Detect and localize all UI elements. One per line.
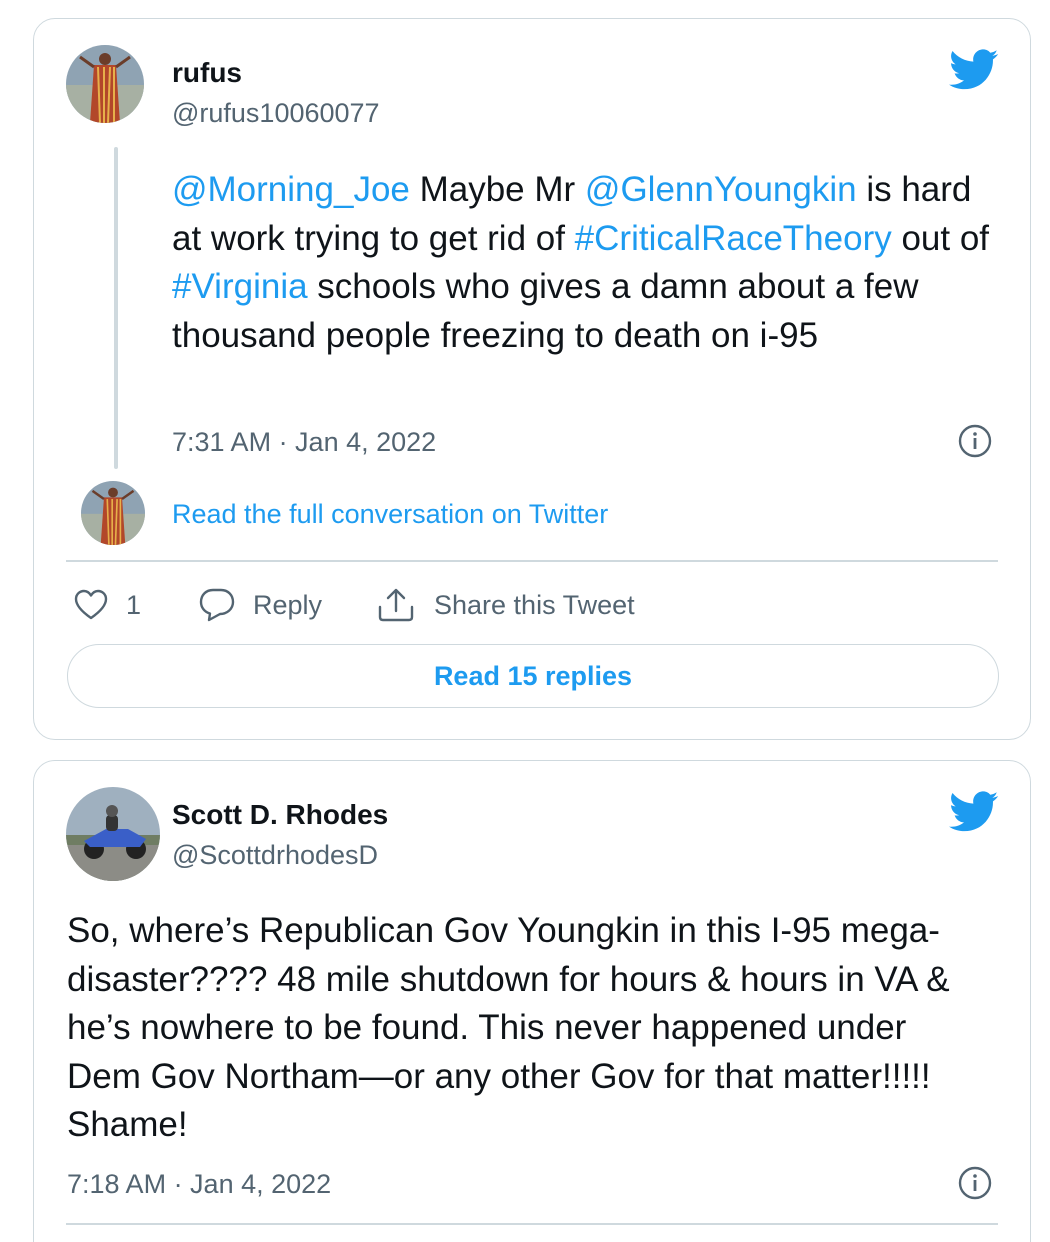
- avatar[interactable]: [66, 45, 144, 123]
- read-replies-button[interactable]: Read 15 replies: [67, 644, 999, 708]
- timestamp[interactable]: 7:18 AM · Jan 4, 2022: [67, 1168, 331, 1200]
- tweet-text: @Morning_Joe Maybe Mr @GlennYoungkin is …: [172, 166, 1002, 360]
- avatar[interactable]: [66, 787, 160, 881]
- thread-line: [114, 147, 118, 469]
- mention-link[interactable]: @Morning_Joe: [172, 170, 410, 209]
- share-button[interactable]: Share this Tweet: [376, 585, 635, 625]
- twitter-bird-icon[interactable]: [949, 791, 999, 833]
- share-upload-icon: [378, 588, 414, 622]
- timestamp[interactable]: 7:31 AM · Jan 4, 2022: [172, 426, 436, 458]
- author-handle[interactable]: @ScottdrhodesD: [172, 839, 378, 871]
- share-label: Share this Tweet: [434, 589, 635, 620]
- tweet-text-segment: out of: [891, 218, 990, 258]
- divider: [66, 1223, 998, 1225]
- tweet-card: Scott D. Rhodes @ScottdrhodesD So, where…: [33, 760, 1031, 1242]
- author-handle[interactable]: @rufus10060077: [172, 97, 380, 129]
- hashtag-link[interactable]: #Virginia: [172, 267, 308, 306]
- avatar-small[interactable]: [81, 481, 145, 545]
- like-button[interactable]: 1: [74, 585, 141, 625]
- divider: [66, 560, 998, 562]
- reply-bubble-icon: [199, 588, 235, 622]
- hashtag-link[interactable]: #CriticalRaceTheory: [575, 219, 892, 258]
- read-full-conversation-link[interactable]: Read the full conversation on Twitter: [172, 498, 608, 530]
- info-icon[interactable]: [958, 424, 992, 458]
- author-name[interactable]: rufus: [172, 57, 242, 89]
- reply-label: Reply: [253, 589, 323, 620]
- mention-link[interactable]: @GlennYoungkin: [585, 170, 857, 209]
- author-name[interactable]: Scott D. Rhodes: [172, 799, 388, 831]
- info-icon[interactable]: [958, 1166, 992, 1200]
- heart-icon: [74, 589, 108, 620]
- tweet-card: rufus @rufus10060077 @Morning_Joe Maybe …: [33, 18, 1031, 740]
- like-count: 1: [126, 589, 142, 620]
- reply-button[interactable]: Reply: [199, 585, 322, 625]
- tweet-text-segment: Maybe Mr: [409, 170, 585, 209]
- tweet-text: So, where’s Republican Gov Youngkin in t…: [67, 911, 950, 1144]
- twitter-bird-icon[interactable]: [949, 49, 999, 91]
